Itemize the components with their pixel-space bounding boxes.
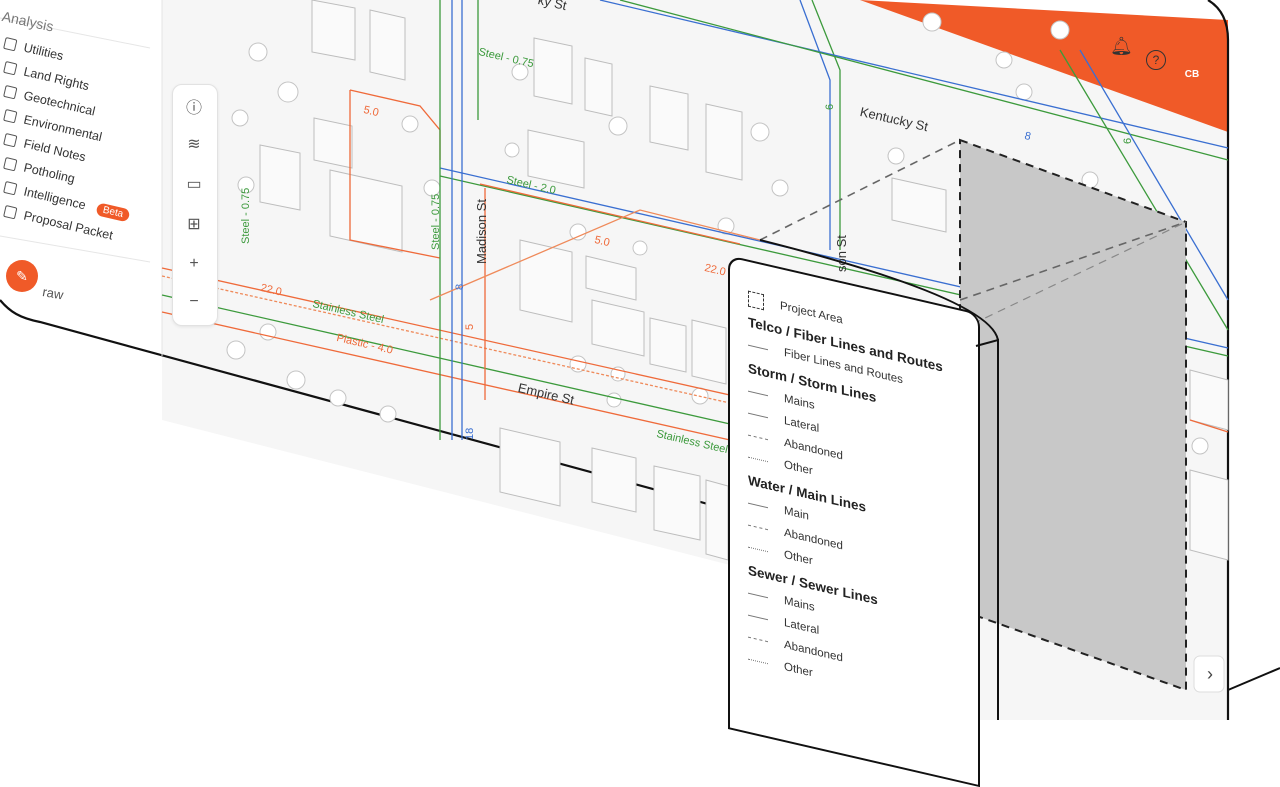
potholing-icon (3, 156, 18, 172)
legend-panel: Project Area Telco / Fiber Lines and Rou… (728, 255, 980, 787)
land-rights-icon (3, 60, 18, 76)
intelligence-icon (3, 180, 18, 196)
geotechnical-icon (3, 84, 18, 100)
ruler-icon[interactable]: ▭ (176, 166, 212, 202)
field-notes-icon (3, 132, 18, 148)
pipe-label: 6 (1122, 137, 1134, 144)
line-swatch (748, 390, 768, 396)
pipe-label: 5 (464, 323, 476, 330)
project-area-icon (748, 290, 764, 311)
street-label: son St (834, 235, 849, 272)
line-swatch (748, 658, 768, 664)
zoom-out-button[interactable]: − (176, 284, 212, 320)
line-swatch (748, 456, 768, 462)
info-icon[interactable]: ⓘ (176, 88, 212, 124)
legend-label: Other (784, 660, 813, 680)
legend-label: Mains (784, 594, 815, 615)
legend-label: Lateral (784, 616, 820, 638)
utilities-icon (3, 36, 18, 52)
bell-icon[interactable]: 🔔︎ (1110, 36, 1133, 57)
line-swatch (748, 592, 768, 598)
line-swatch (748, 614, 768, 620)
line-swatch (748, 524, 768, 530)
zoom-in-button[interactable]: + (176, 246, 212, 282)
line-swatch (748, 636, 768, 642)
layers-icon[interactable]: ≋ (176, 126, 212, 162)
legend-label: Mains (784, 392, 815, 413)
pipe-label: Steel - 0.75 (240, 187, 252, 244)
legend-label: Main (784, 504, 809, 523)
line-swatch (748, 344, 768, 350)
pipe-label: 6 (824, 103, 836, 110)
line-swatch (748, 502, 768, 508)
line-swatch (748, 546, 768, 552)
line-swatch (748, 412, 768, 418)
next-page-button[interactable]: › (1200, 662, 1220, 686)
avatar[interactable]: CB (1180, 62, 1204, 86)
grid-icon[interactable]: ⊞ (176, 206, 212, 242)
legend-label: Other (784, 548, 813, 568)
proposal-packet-icon (3, 204, 18, 220)
legend-label: Other (784, 458, 813, 478)
stage: Analysis Utilities Land Rights Geotechni… (0, 0, 1280, 787)
pipe-label: 18 (464, 427, 476, 440)
line-swatch (748, 434, 768, 440)
help-icon[interactable]: ? (1146, 50, 1166, 70)
street-label-madison: Madison St (474, 198, 489, 264)
pipe-label: Steel - 0.75 (430, 193, 442, 250)
environmental-icon (3, 108, 18, 124)
legend-label: Lateral (784, 414, 820, 436)
pipe-label: 8 (454, 283, 466, 290)
raw-logo-icon[interactable]: ✎ (6, 260, 38, 292)
